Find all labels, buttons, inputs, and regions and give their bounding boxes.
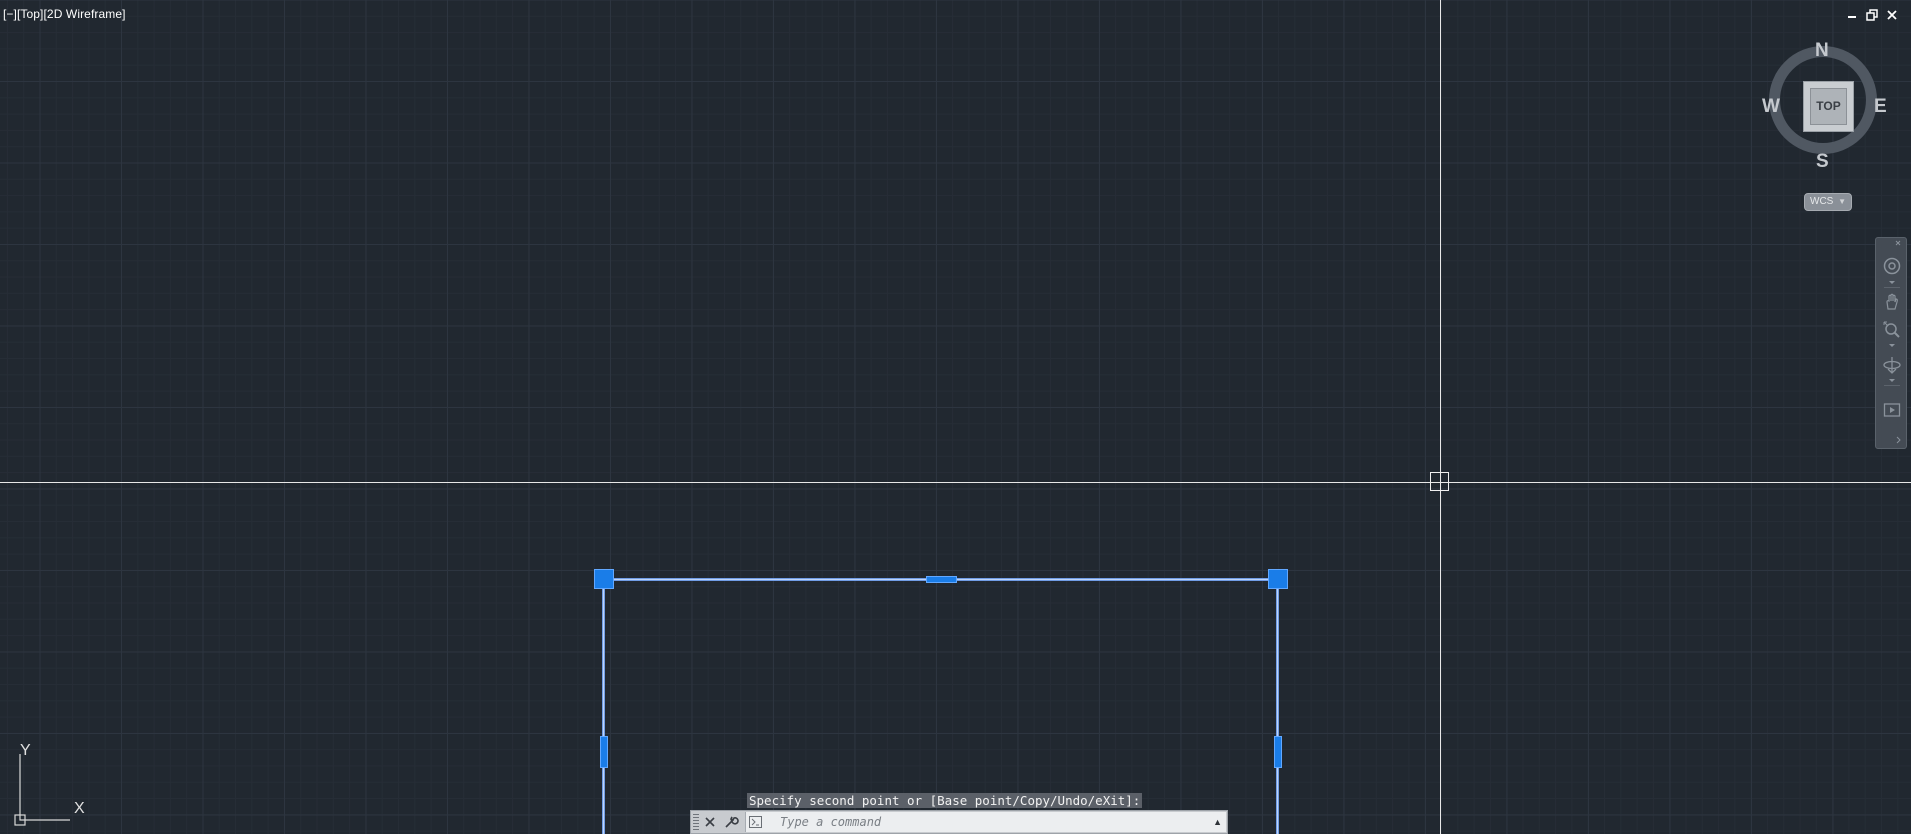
drawing-area[interactable] bbox=[0, 0, 1911, 834]
viewport-label[interactable]: [−][Top][2D Wireframe] bbox=[3, 7, 126, 21]
crosshair-horizontal bbox=[0, 482, 1911, 483]
showmotion-icon[interactable] bbox=[1883, 401, 1901, 419]
close-icon[interactable] bbox=[702, 814, 718, 830]
crosshair-vertical bbox=[1440, 0, 1441, 834]
steering-wheel-icon[interactable] bbox=[1883, 257, 1901, 275]
ucs-x-label: X bbox=[74, 800, 85, 817]
viewport-controls bbox=[1845, 8, 1899, 22]
navbar-separator bbox=[1884, 287, 1900, 288]
command-line-grip[interactable] bbox=[693, 814, 699, 830]
restore-icon[interactable] bbox=[1865, 8, 1879, 22]
ucs-y-label: Y bbox=[20, 742, 31, 759]
pan-icon[interactable] bbox=[1883, 293, 1901, 311]
midpoint-grip-right[interactable] bbox=[1274, 736, 1282, 768]
navbar-customize-icon[interactable] bbox=[1883, 435, 1901, 445]
viewcube-face-label[interactable]: TOP bbox=[1810, 88, 1847, 125]
minimize-icon[interactable] bbox=[1845, 8, 1859, 22]
ucs-icon: Y X bbox=[10, 742, 90, 826]
crosshair-pickbox bbox=[1430, 472, 1449, 491]
ucs-menu-button[interactable]: WCS ▼ bbox=[1804, 193, 1852, 211]
midpoint-grip-left[interactable] bbox=[600, 736, 608, 768]
close-icon[interactable] bbox=[1885, 8, 1899, 22]
compass-north[interactable]: N bbox=[1815, 40, 1829, 62]
command-history-button[interactable]: ▲ bbox=[1213, 817, 1222, 827]
navigation-bar bbox=[1875, 237, 1907, 449]
command-line: ▲ bbox=[690, 810, 1228, 834]
command-input[interactable] bbox=[780, 813, 1180, 831]
orbit-icon[interactable] bbox=[1883, 356, 1901, 374]
rectangle-left-edge[interactable] bbox=[602, 578, 605, 834]
command-field[interactable]: ▲ bbox=[745, 812, 1226, 832]
navbar-close-icon[interactable] bbox=[1883, 240, 1901, 248]
compass-west[interactable]: W bbox=[1762, 96, 1780, 118]
zoom-extents-icon[interactable] bbox=[1883, 321, 1901, 339]
navbar-separator bbox=[1884, 385, 1900, 386]
rectangle-right-edge[interactable] bbox=[1276, 578, 1279, 834]
wrench-icon[interactable] bbox=[723, 814, 739, 830]
ucs-menu-label: WCS bbox=[1810, 196, 1834, 207]
corner-grip-top-right[interactable] bbox=[1268, 569, 1288, 589]
viewcube-face[interactable]: TOP bbox=[1803, 81, 1854, 132]
midpoint-grip-top[interactable] bbox=[926, 576, 957, 583]
command-prompt-text: Specify second point or [Base point/Copy… bbox=[747, 793, 1143, 808]
compass-south[interactable]: S bbox=[1816, 151, 1829, 173]
corner-grip-top-left[interactable] bbox=[594, 569, 614, 589]
compass-east[interactable]: E bbox=[1874, 96, 1887, 118]
chevron-down-icon: ▼ bbox=[1838, 197, 1846, 206]
viewcube[interactable]: N S W E TOP bbox=[1762, 40, 1892, 175]
command-prompt-icon[interactable] bbox=[749, 816, 763, 828]
